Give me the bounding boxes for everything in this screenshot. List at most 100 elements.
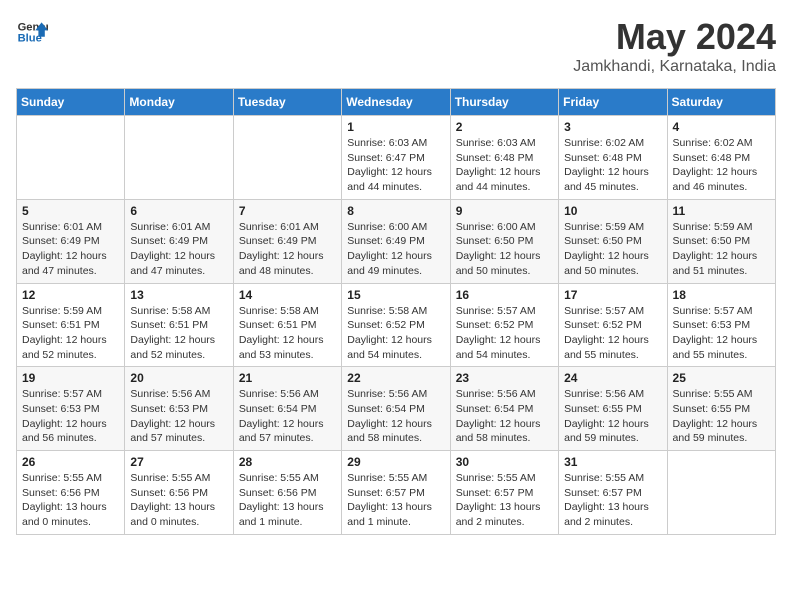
calendar-cell: 24 Sunrise: 5:56 AM Sunset: 6:55 PM Dayli…	[559, 367, 667, 451]
calendar-cell: 10Sunrise: 5:59 AM Sunset: 6:50 PM Dayli…	[559, 199, 667, 283]
day-number: 25	[673, 371, 770, 385]
day-number: 29	[347, 455, 444, 469]
day-info: Sunrise: 5:57 AM Sunset: 6:52 PM Dayligh…	[456, 304, 553, 363]
day-number: 13	[130, 288, 227, 302]
day-number: 24	[564, 371, 661, 385]
calendar-cell: 25 Sunrise: 5:55 AM Sunset: 6:55 PM Dayli…	[667, 367, 775, 451]
day-info: Sunrise: 5:55 AM Sunset: 6:57 PM Dayligh…	[564, 471, 661, 530]
calendar-cell: 20 Sunrise: 5:56 AM Sunset: 6:53 PM Dayli…	[125, 367, 233, 451]
calendar-cell: 7 Sunrise: 6:01 AM Sunset: 6:49 PM Daylig…	[233, 199, 341, 283]
day-info: Sunrise: 6:03 AM Sunset: 6:47 PM Dayligh…	[347, 136, 444, 195]
day-info: Sunrise: 5:58 AM Sunset: 6:51 PM Dayligh…	[130, 304, 227, 363]
day-info: Sunrise: 6:00 AM Sunset: 6:50 PM Dayligh…	[456, 220, 553, 279]
calendar-cell	[233, 116, 341, 200]
calendar-cell: 3 Sunrise: 6:02 AM Sunset: 6:48 PM Daylig…	[559, 116, 667, 200]
calendar-cell: 13 Sunrise: 5:58 AM Sunset: 6:51 PM Dayli…	[125, 283, 233, 367]
day-number: 8	[347, 204, 444, 218]
day-number: 6	[130, 204, 227, 218]
day-info: Sunrise: 5:55 AM Sunset: 6:56 PM Dayligh…	[130, 471, 227, 530]
calendar-body: 1 Sunrise: 6:03 AM Sunset: 6:47 PM Daylig…	[17, 116, 776, 535]
day-number: 26	[22, 455, 119, 469]
calendar-cell	[667, 451, 775, 535]
day-number: 20	[130, 371, 227, 385]
day-number: 1	[347, 120, 444, 134]
calendar-cell: 19 Sunrise: 5:57 AM Sunset: 6:53 PM Dayli…	[17, 367, 125, 451]
day-info: Sunrise: 5:56 AM Sunset: 6:53 PM Dayligh…	[130, 387, 227, 446]
day-info: Sunrise: 5:55 AM Sunset: 6:55 PM Dayligh…	[673, 387, 770, 446]
calendar-cell: 22 Sunrise: 5:56 AM Sunset: 6:54 PM Dayli…	[342, 367, 450, 451]
day-info: Sunrise: 5:57 AM Sunset: 6:53 PM Dayligh…	[22, 387, 119, 446]
calendar-cell: 27 Sunrise: 5:55 AM Sunset: 6:56 PM Dayli…	[125, 451, 233, 535]
day-info: Sunrise: 5:55 AM Sunset: 6:56 PM Dayligh…	[239, 471, 336, 530]
calendar-cell: 15 Sunrise: 5:58 AM Sunset: 6:52 PM Dayli…	[342, 283, 450, 367]
calendar-cell: 8Sunrise: 6:00 AM Sunset: 6:49 PM Daylig…	[342, 199, 450, 283]
day-info: Sunrise: 5:58 AM Sunset: 6:52 PM Dayligh…	[347, 304, 444, 363]
logo: General Blue	[16, 16, 48, 48]
calendar-cell: 1 Sunrise: 6:03 AM Sunset: 6:47 PM Daylig…	[342, 116, 450, 200]
day-number: 30	[456, 455, 553, 469]
calendar-cell: 28Sunrise: 5:55 AM Sunset: 6:56 PM Dayli…	[233, 451, 341, 535]
calendar-cell: 18 Sunrise: 5:57 AM Sunset: 6:53 PM Dayli…	[667, 283, 775, 367]
calendar-week-row: 5 Sunrise: 6:01 AM Sunset: 6:49 PM Daylig…	[17, 199, 776, 283]
calendar-cell: 17 Sunrise: 5:57 AM Sunset: 6:52 PM Dayli…	[559, 283, 667, 367]
calendar-cell: 9 Sunrise: 6:00 AM Sunset: 6:50 PM Daylig…	[450, 199, 558, 283]
day-number: 27	[130, 455, 227, 469]
day-info: Sunrise: 5:56 AM Sunset: 6:54 PM Dayligh…	[239, 387, 336, 446]
col-tuesday: Tuesday	[233, 89, 341, 116]
day-number: 22	[347, 371, 444, 385]
calendar-cell: 29 Sunrise: 5:55 AM Sunset: 6:57 PM Dayli…	[342, 451, 450, 535]
day-info: Sunrise: 5:57 AM Sunset: 6:53 PM Dayligh…	[673, 304, 770, 363]
day-info: Sunrise: 5:58 AM Sunset: 6:51 PM Dayligh…	[239, 304, 336, 363]
calendar-cell: 31 Sunrise: 5:55 AM Sunset: 6:57 PM Dayli…	[559, 451, 667, 535]
calendar-week-row: 1 Sunrise: 6:03 AM Sunset: 6:47 PM Daylig…	[17, 116, 776, 200]
col-sunday: Sunday	[17, 89, 125, 116]
day-info: Sunrise: 5:55 AM Sunset: 6:57 PM Dayligh…	[456, 471, 553, 530]
day-number: 17	[564, 288, 661, 302]
calendar-cell: 21Sunrise: 5:56 AM Sunset: 6:54 PM Dayli…	[233, 367, 341, 451]
day-info: Sunrise: 6:01 AM Sunset: 6:49 PM Dayligh…	[130, 220, 227, 279]
calendar-cell: 2Sunrise: 6:03 AM Sunset: 6:48 PM Daylig…	[450, 116, 558, 200]
day-info: Sunrise: 5:57 AM Sunset: 6:52 PM Dayligh…	[564, 304, 661, 363]
day-number: 19	[22, 371, 119, 385]
day-info: Sunrise: 5:56 AM Sunset: 6:54 PM Dayligh…	[456, 387, 553, 446]
month-year-title: May 2024	[573, 16, 776, 58]
day-info: Sunrise: 5:56 AM Sunset: 6:55 PM Dayligh…	[564, 387, 661, 446]
day-number: 11	[673, 204, 770, 218]
calendar-cell: 12 Sunrise: 5:59 AM Sunset: 6:51 PM Dayli…	[17, 283, 125, 367]
col-wednesday: Wednesday	[342, 89, 450, 116]
day-info: Sunrise: 5:59 AM Sunset: 6:50 PM Dayligh…	[673, 220, 770, 279]
day-number: 15	[347, 288, 444, 302]
calendar-week-row: 12 Sunrise: 5:59 AM Sunset: 6:51 PM Dayli…	[17, 283, 776, 367]
day-number: 9	[456, 204, 553, 218]
day-info: Sunrise: 5:59 AM Sunset: 6:51 PM Dayligh…	[22, 304, 119, 363]
day-number: 12	[22, 288, 119, 302]
day-info: Sunrise: 5:55 AM Sunset: 6:57 PM Dayligh…	[347, 471, 444, 530]
col-thursday: Thursday	[450, 89, 558, 116]
calendar-header-row: Sunday Monday Tuesday Wednesday Thursday…	[17, 89, 776, 116]
day-number: 5	[22, 204, 119, 218]
page-header: General Blue May 2024 Jamkhandi, Karnata…	[16, 16, 776, 76]
day-info: Sunrise: 5:55 AM Sunset: 6:56 PM Dayligh…	[22, 471, 119, 530]
day-number: 2	[456, 120, 553, 134]
day-number: 14	[239, 288, 336, 302]
day-info: Sunrise: 6:02 AM Sunset: 6:48 PM Dayligh…	[564, 136, 661, 195]
calendar-table: Sunday Monday Tuesday Wednesday Thursday…	[16, 88, 776, 535]
logo-icon: General Blue	[16, 16, 48, 48]
calendar-cell	[125, 116, 233, 200]
day-number: 31	[564, 455, 661, 469]
day-number: 3	[564, 120, 661, 134]
day-number: 10	[564, 204, 661, 218]
col-monday: Monday	[125, 89, 233, 116]
title-block: May 2024 Jamkhandi, Karnataka, India	[573, 16, 776, 76]
calendar-cell: 16Sunrise: 5:57 AM Sunset: 6:52 PM Dayli…	[450, 283, 558, 367]
calendar-week-row: 19 Sunrise: 5:57 AM Sunset: 6:53 PM Dayli…	[17, 367, 776, 451]
day-info: Sunrise: 5:56 AM Sunset: 6:54 PM Dayligh…	[347, 387, 444, 446]
calendar-cell: 11 Sunrise: 5:59 AM Sunset: 6:50 PM Dayli…	[667, 199, 775, 283]
day-number: 18	[673, 288, 770, 302]
day-info: Sunrise: 6:01 AM Sunset: 6:49 PM Dayligh…	[239, 220, 336, 279]
calendar-cell: 14 Sunrise: 5:58 AM Sunset: 6:51 PM Dayli…	[233, 283, 341, 367]
calendar-cell: 26 Sunrise: 5:55 AM Sunset: 6:56 PM Dayli…	[17, 451, 125, 535]
day-number: 7	[239, 204, 336, 218]
calendar-cell: 5Sunrise: 6:01 AM Sunset: 6:49 PM Daylig…	[17, 199, 125, 283]
svg-text:Blue: Blue	[18, 33, 42, 45]
